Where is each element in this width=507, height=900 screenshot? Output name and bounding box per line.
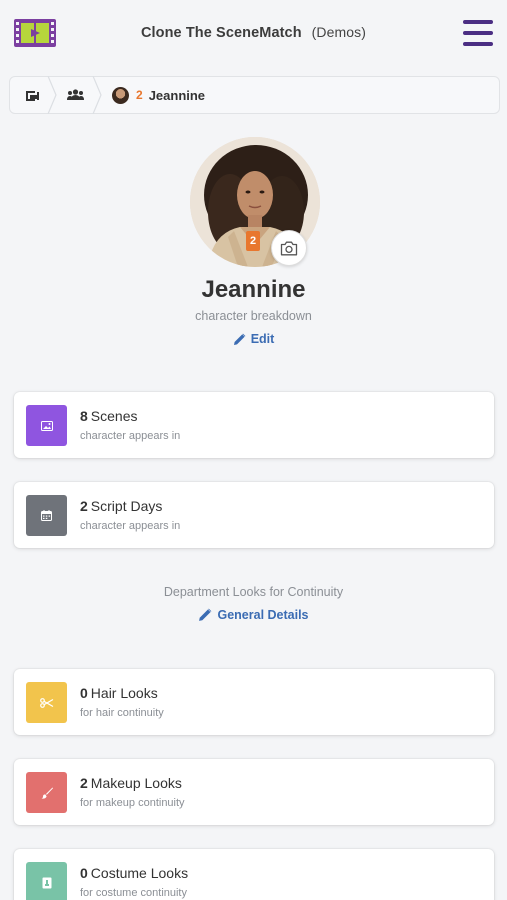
makeup-icon-box (26, 772, 67, 813)
home-icon (26, 90, 39, 101)
profile-name: Jeannine (201, 276, 306, 303)
costume-looks-title: 0 Costume Looks (80, 865, 188, 881)
general-details-row: General Details (0, 608, 507, 627)
breadcrumb-character[interactable]: 2 Jeannine (112, 77, 205, 113)
character-number-badge: 2 (246, 231, 260, 251)
general-details-button[interactable]: General Details (198, 608, 309, 622)
costume-looks-card[interactable]: 0 Costume Looks for costume continuity (14, 849, 494, 900)
hair-looks-label: Hair Looks (90, 685, 158, 701)
edit-button[interactable]: Edit (233, 332, 275, 346)
edit-row: Edit (0, 332, 507, 351)
breadcrumb: 2 Jeannine (9, 76, 500, 114)
scenes-card[interactable]: 8 Scenes character appears in (14, 392, 494, 458)
change-photo-button[interactable] (271, 230, 307, 266)
character-number: 2 (136, 88, 143, 102)
hair-looks-count: 0 (80, 685, 88, 701)
hair-icon-box (26, 682, 67, 723)
character-name: Jeannine (148, 87, 206, 103)
costume-looks-label: Costume Looks (90, 865, 189, 881)
shirt-icon (42, 877, 51, 888)
script-days-subtitle: character appears in (80, 520, 181, 532)
breadcrumb-characters[interactable] (67, 77, 84, 113)
demos-label: (Demos) (311, 24, 367, 40)
character-avatar-small (112, 86, 129, 104)
makeup-looks-title: 2 Makeup Looks (80, 775, 182, 791)
costume-looks-count: 0 (80, 865, 88, 881)
scenes-count: 8 (80, 408, 88, 424)
makeup-looks-count: 2 (80, 775, 88, 791)
image-icon (40, 420, 53, 431)
scenes-title: 8 Scenes (80, 408, 138, 424)
calendar-icon (41, 510, 52, 521)
hamburger-menu-icon[interactable] (463, 20, 493, 46)
edit-label: Edit (250, 332, 275, 346)
makeup-looks-card[interactable]: 2 Makeup Looks for makeup continuity (14, 759, 494, 825)
app-title: Clone The SceneMatch (Demos) (0, 24, 507, 41)
breadcrumb-separator (92, 76, 102, 114)
script-days-title: 2 Script Days (80, 498, 162, 514)
app-header: Clone The SceneMatch (Demos) (0, 0, 507, 68)
scenes-icon-box (26, 405, 67, 446)
profile-avatar-wrap: 2 (190, 137, 320, 267)
makeup-looks-subtitle: for makeup continuity (80, 797, 185, 809)
pencil-icon (233, 333, 246, 345)
costume-looks-subtitle: for costume continuity (80, 887, 187, 899)
profile-subtitle: character breakdown (195, 309, 312, 323)
script-days-count: 2 (80, 498, 88, 514)
script-days-label: Script Days (90, 498, 163, 514)
hair-looks-title: 0 Hair Looks (80, 685, 158, 701)
makeup-looks-label: Makeup Looks (90, 775, 182, 791)
breadcrumb-home[interactable] (26, 77, 39, 113)
breadcrumb-separator (47, 76, 57, 114)
general-details-label: General Details (217, 608, 309, 622)
department-looks-label: Department Looks for Continuity (163, 585, 344, 599)
app-title-text: Clone The SceneMatch (140, 25, 302, 41)
scenes-label: Scenes (90, 408, 138, 424)
scissors-icon (39, 697, 53, 708)
hair-looks-subtitle: for hair continuity (80, 707, 164, 719)
script-days-icon-box (26, 495, 67, 536)
users-icon (67, 89, 84, 100)
costume-icon-box (26, 862, 67, 900)
scenes-subtitle: character appears in (80, 430, 181, 442)
camera-icon (280, 241, 298, 255)
hair-looks-card[interactable]: 0 Hair Looks for hair continuity (14, 669, 494, 735)
brush-icon (41, 787, 53, 799)
pencil-icon (199, 608, 212, 621)
script-days-card[interactable]: 2 Script Days character appears in (14, 482, 494, 548)
